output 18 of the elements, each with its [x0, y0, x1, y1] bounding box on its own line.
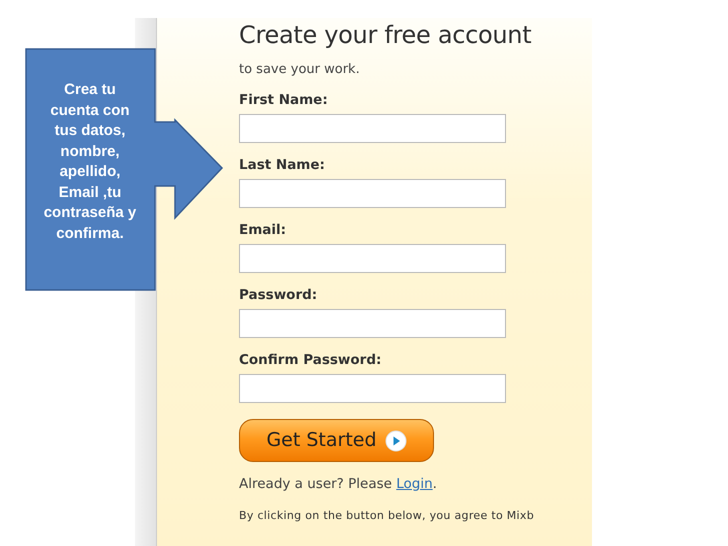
- input-field[interactable]: [239, 374, 506, 403]
- field-label: First Name:: [239, 92, 329, 108]
- field-label: Email:: [239, 222, 288, 238]
- terms-text: By clicking on the button below, you agree to Mixb: [239, 508, 536, 524]
- input-field[interactable]: [239, 244, 506, 273]
- field-label: Last Name:: [239, 157, 326, 173]
- form-title: Create your free account: [239, 20, 532, 50]
- field-label: Confirm Password:: [239, 352, 382, 368]
- input-field[interactable]: [239, 179, 506, 208]
- field-label: Password:: [239, 287, 318, 303]
- form-subtitle: to save your work.: [239, 62, 361, 78]
- login-link[interactable]: Login: [396, 476, 433, 492]
- get-started-button[interactable]: Get Started: [239, 419, 434, 462]
- login-prompt: Already a user? Please Login.: [239, 475, 438, 494]
- input-field[interactable]: [239, 114, 506, 143]
- input-field[interactable]: [239, 309, 506, 338]
- play-icon: [384, 430, 407, 452]
- callout-text: Crea tu cuenta con tus datos, nombre, apellido, Email ,tu contraseña y confirma.: [42, 80, 138, 244]
